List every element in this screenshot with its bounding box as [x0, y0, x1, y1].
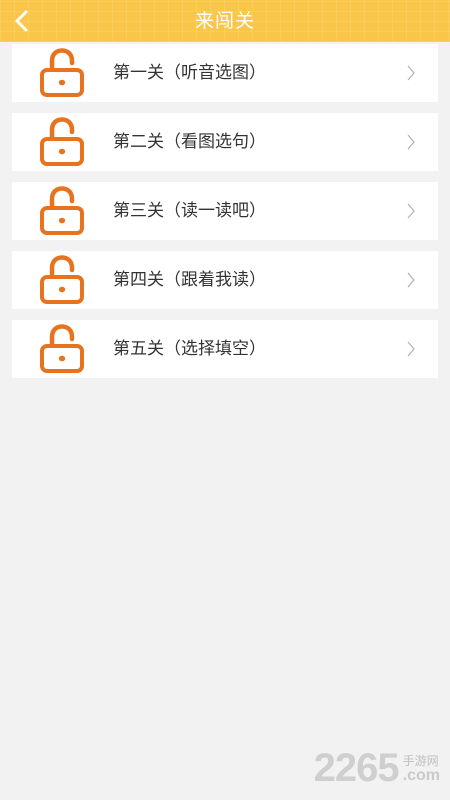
unlocked-padlock-icon [40, 324, 84, 373]
chevron-right-icon [407, 65, 415, 81]
watermark-number: 2265 [313, 746, 400, 790]
chevron-right-icon [407, 341, 415, 357]
level-item-5[interactable]: 第五关（选择填空） [12, 320, 438, 378]
level-item-4[interactable]: 第四关（跟着我读） [12, 251, 438, 309]
watermark-site-name: 手游网 [402, 754, 439, 768]
site-watermark: 2265 手游网 .com [314, 748, 440, 788]
chevron-right-icon [407, 203, 415, 219]
unlocked-padlock-icon [40, 48, 84, 97]
level-item-3[interactable]: 第三关（读一读吧） [12, 182, 438, 240]
level-label: 第五关（选择填空） [113, 339, 266, 359]
watermark-domain: .com [402, 767, 440, 784]
level-label: 第四关（跟着我读） [113, 270, 266, 290]
chevron-right-icon [407, 134, 415, 150]
level-label: 第三关（读一读吧） [113, 201, 266, 221]
unlocked-padlock-icon [40, 186, 84, 235]
unlocked-padlock-icon [40, 255, 84, 304]
level-item-2[interactable]: 第二关（看图选句） [12, 113, 438, 171]
page-title: 来闯关 [194, 10, 255, 32]
level-label: 第一关（听音选图） [113, 63, 266, 83]
unlocked-padlock-icon [40, 117, 84, 166]
chevron-right-icon [407, 272, 415, 288]
level-list: 第一关（听音选图） 第二关（看图选句） 第三关（读一读吧） 第四关（跟着我读） … [12, 44, 438, 389]
header-bar: 来闯关 [0, 0, 450, 42]
level-label: 第二关（看图选句） [113, 132, 266, 152]
level-item-1[interactable]: 第一关（听音选图） [12, 44, 438, 102]
watermark-sub: 手游网 .com [403, 754, 440, 784]
